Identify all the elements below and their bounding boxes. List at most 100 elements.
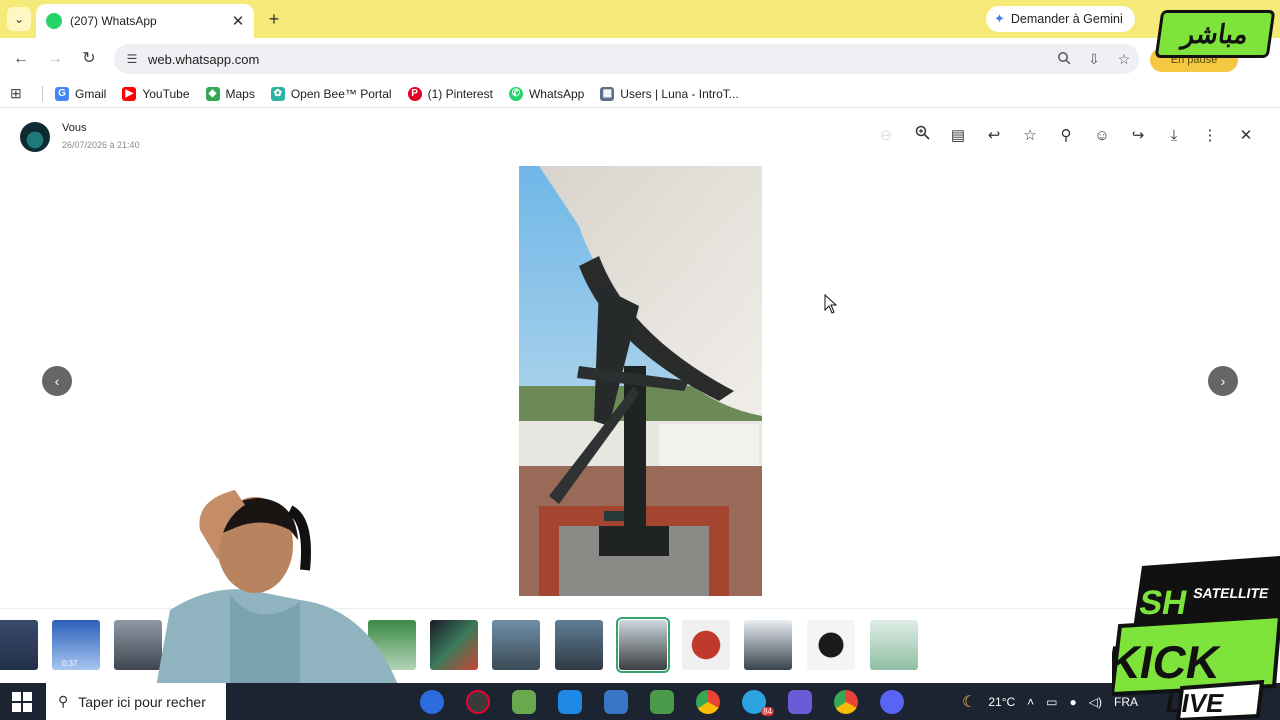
gemini-label: Demander à Gemini bbox=[1010, 12, 1123, 26]
pinterest-icon: P bbox=[407, 86, 422, 101]
thumbnail[interactable] bbox=[0, 620, 38, 670]
bookmark-label: (1) Pinterest bbox=[427, 86, 493, 101]
microphone-icon[interactable]: ● bbox=[1070, 695, 1077, 709]
satellite-dish-photo bbox=[519, 166, 762, 596]
satellite-app-icon[interactable] bbox=[788, 690, 812, 714]
notification-badge: 84 bbox=[761, 707, 774, 716]
bookmark-pinterest[interactable]: P (1) Pinterest bbox=[407, 86, 493, 101]
mouse-cursor-icon bbox=[824, 294, 838, 314]
svg-text:SH: SH bbox=[1136, 584, 1190, 622]
bookmark-luna[interactable]: ▦ Users | Luna - IntroT... bbox=[600, 86, 739, 101]
bookmark-youtube[interactable]: ▶ YouTube bbox=[122, 86, 190, 101]
back-icon[interactable]: ← bbox=[10, 48, 32, 70]
discord-app-icon[interactable] bbox=[880, 690, 904, 714]
previous-media-button[interactable]: ‹ bbox=[42, 366, 72, 396]
sender-name: Vous bbox=[62, 122, 87, 134]
tab-title: (207) WhatsApp bbox=[70, 14, 157, 28]
windows-start-icon[interactable] bbox=[12, 692, 32, 712]
bookmark-star-icon[interactable]: ☆ bbox=[1109, 51, 1139, 68]
zoom-in-icon[interactable] bbox=[904, 124, 940, 148]
chrome-app-icon[interactable] bbox=[696, 690, 720, 714]
emoji-react-icon[interactable]: ☺ bbox=[1084, 124, 1120, 148]
new-tab-button[interactable]: + bbox=[264, 9, 284, 29]
svg-text:LIVE: LIVE bbox=[1163, 688, 1226, 718]
windows-taskbar: ⚲ Taper ici pour recher 84 ☾ 21°C ˄ ▭ ● … bbox=[0, 683, 1280, 720]
avatar[interactable] bbox=[20, 122, 50, 152]
calculator-app-icon[interactable] bbox=[604, 690, 628, 714]
zoom-icon[interactable] bbox=[1049, 51, 1079, 68]
tab-close-icon[interactable]: ✕ bbox=[228, 12, 248, 30]
sh-satellite-kick-live-logo: SH SATELLITE KICK LIVE bbox=[1112, 556, 1280, 720]
taskbar-search[interactable]: ⚲ Taper ici pour recher bbox=[46, 683, 226, 720]
bookmark-label: WhatsApp bbox=[528, 86, 585, 101]
bookmark-label: Open Bee™ Portal bbox=[290, 86, 392, 101]
moon-weather-icon: ☾ bbox=[962, 693, 977, 711]
openbee-icon: ✿ bbox=[270, 86, 285, 101]
volume-icon[interactable]: ◁) bbox=[1089, 695, 1102, 709]
thumbnail[interactable] bbox=[555, 620, 603, 670]
more-options-icon[interactable]: ⋮ bbox=[1192, 124, 1228, 148]
thumbnail[interactable] bbox=[430, 620, 478, 670]
clock-app-icon[interactable] bbox=[466, 690, 490, 714]
thumbnail[interactable] bbox=[682, 620, 730, 670]
bookmark-label: YouTube bbox=[142, 86, 190, 101]
whatsapp-favicon-icon bbox=[46, 13, 62, 29]
message-date: 26/07/2026 à 21:40 bbox=[62, 140, 140, 150]
media-viewer-header: Vous 26/07/2026 à 21:40 ⊖ ▤ ↩ ☆ ⚲ ☺ ↪ ⤓ … bbox=[0, 114, 1280, 160]
thumbnail[interactable] bbox=[492, 620, 540, 670]
files-app-icon[interactable] bbox=[650, 690, 674, 714]
address-bar[interactable]: ☰ web.whatsapp.com ⇩ ☆ bbox=[114, 44, 1139, 74]
site-info-icon[interactable]: ☰ bbox=[122, 52, 142, 66]
thumbnail[interactable] bbox=[870, 620, 918, 670]
url-text[interactable]: web.whatsapp.com bbox=[148, 52, 1049, 67]
install-app-icon[interactable]: ⇩ bbox=[1079, 51, 1109, 68]
go-to-message-icon[interactable]: ▤ bbox=[940, 124, 976, 148]
weather-temp[interactable]: 21°C bbox=[988, 695, 1015, 709]
bookmark-whatsapp[interactable]: ✆ WhatsApp bbox=[508, 86, 585, 101]
forward-icon[interactable]: → bbox=[44, 48, 66, 70]
pin-icon[interactable]: ⚲ bbox=[1048, 124, 1084, 148]
grid-icon: ▦ bbox=[600, 86, 615, 101]
network-icon[interactable]: ▭ bbox=[1046, 695, 1057, 709]
viewer-toolbar: ⊖ ▤ ↩ ☆ ⚲ ☺ ↪ ⤓ ⋮ ✕ bbox=[868, 124, 1264, 148]
search-icon: ⚲ bbox=[58, 693, 69, 709]
next-media-button[interactable]: › bbox=[1208, 366, 1238, 396]
camera-app-icon[interactable] bbox=[420, 690, 444, 714]
browser-toolbar: ← → ↻ ☰ web.whatsapp.com ⇩ ☆ En pause bbox=[0, 38, 1280, 80]
paint-app-icon[interactable] bbox=[512, 690, 536, 714]
reply-icon[interactable]: ↩ bbox=[976, 124, 1012, 148]
tab-whatsapp[interactable]: (207) WhatsApp ✕ bbox=[36, 4, 254, 38]
close-icon[interactable]: ✕ bbox=[1228, 124, 1264, 148]
thumbnail[interactable] bbox=[807, 620, 855, 670]
download-icon[interactable]: ⤓ bbox=[1156, 124, 1192, 148]
reload-icon[interactable]: ↻ bbox=[78, 48, 100, 70]
chrome-app-icon-2[interactable] bbox=[834, 690, 858, 714]
thumbnail[interactable] bbox=[744, 620, 792, 670]
svg-text:KICK: KICK bbox=[1112, 636, 1225, 688]
search-placeholder: Taper ici pour recher bbox=[78, 693, 206, 710]
google-icon: G bbox=[55, 86, 69, 101]
bookmark-label: Users | Luna - IntroT... bbox=[620, 86, 739, 101]
folder-app-icon[interactable] bbox=[558, 690, 582, 714]
apps-grid-icon[interactable]: ⊞ bbox=[10, 85, 28, 102]
gemini-sparkle-icon: ✦ bbox=[994, 11, 1005, 26]
tab-search-button[interactable]: ⌄ bbox=[7, 7, 31, 31]
telegram-app-icon[interactable]: 84 bbox=[742, 690, 774, 716]
whatsapp-icon: ✆ bbox=[508, 86, 523, 101]
video-duration: 0:37 bbox=[62, 659, 78, 668]
youtube-icon: ▶ bbox=[122, 86, 137, 101]
thumbnail-video[interactable]: 0:37 bbox=[52, 620, 100, 670]
bookmark-maps[interactable]: ◆ Maps bbox=[205, 86, 255, 101]
forward-icon[interactable]: ↪ bbox=[1120, 124, 1156, 148]
show-hidden-icons-icon[interactable]: ˄ bbox=[1027, 695, 1034, 709]
svg-text:SATELLITE: SATELLITE bbox=[1192, 585, 1270, 601]
gemini-button[interactable]: ✦ Demander à Gemini bbox=[986, 6, 1135, 32]
thumbnail-selected[interactable] bbox=[616, 617, 670, 673]
bookmark-gmail[interactable]: G Gmail bbox=[55, 86, 106, 101]
live-arabic-logo: مباشر bbox=[1154, 10, 1276, 58]
bookmark-openbee[interactable]: ✿ Open Bee™ Portal bbox=[270, 86, 392, 101]
bookmarks-divider bbox=[42, 85, 43, 102]
bookmarks-bar: ⊞ G Gmail ▶ YouTube ◆ Maps ✿ Open Bee™ Porta… bbox=[0, 80, 1280, 108]
star-icon[interactable]: ☆ bbox=[1012, 124, 1048, 148]
zoom-out-icon[interactable]: ⊖ bbox=[868, 124, 904, 148]
